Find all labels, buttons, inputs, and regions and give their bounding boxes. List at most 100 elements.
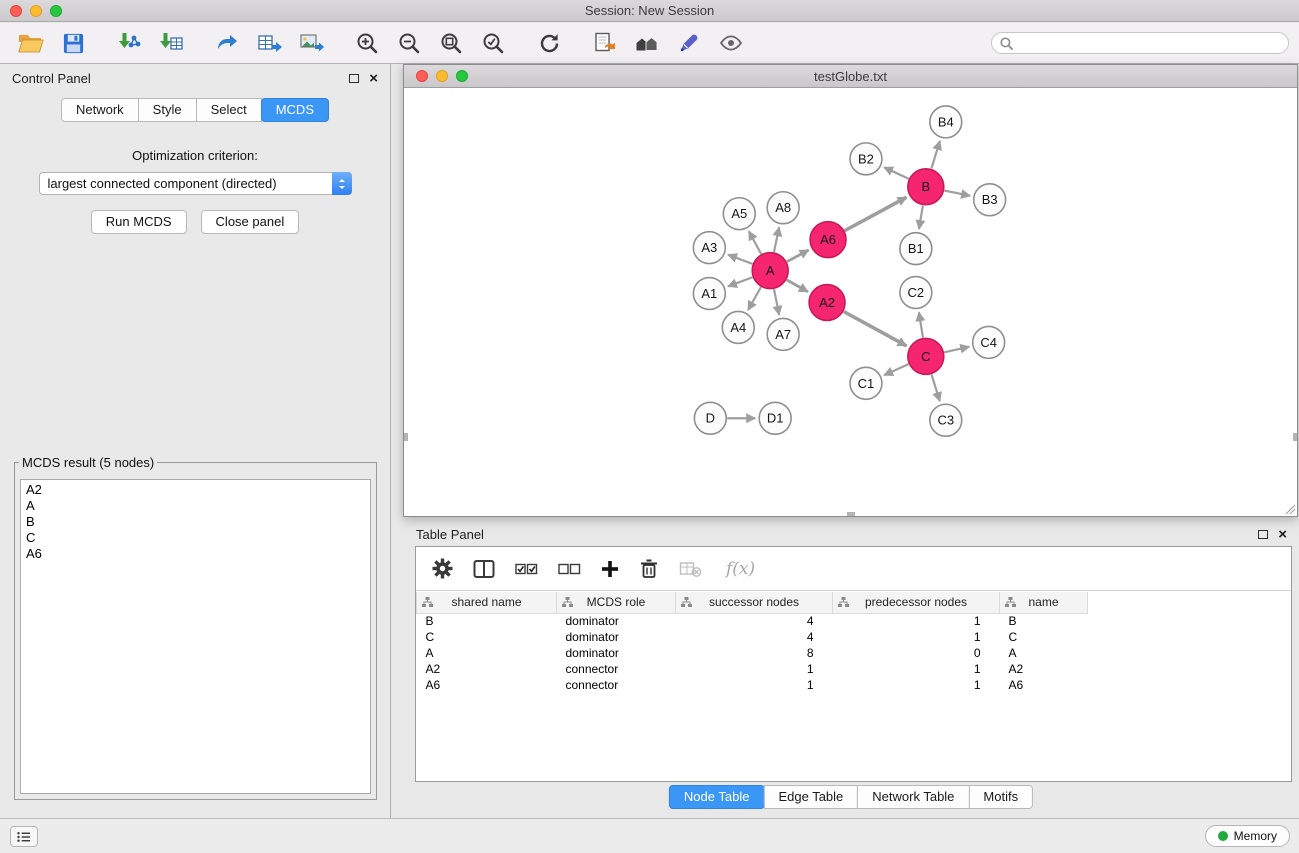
graph-edge-C-C4[interactable] <box>944 347 969 353</box>
table-row[interactable]: Adominator80A <box>417 645 1292 661</box>
table-row[interactable]: Cdominator41C <box>417 629 1292 645</box>
select-all-button[interactable] <box>515 562 538 576</box>
table-cell[interactable]: 1 <box>833 629 1000 645</box>
close-panel-icon[interactable]: × <box>369 71 378 86</box>
table-cell[interactable]: A2 <box>417 661 557 677</box>
zoom-fit-button[interactable] <box>430 25 472 61</box>
column-header-successor-nodes[interactable]: successor nodes <box>676 592 833 613</box>
column-header-predecessor-nodes[interactable]: predecessor nodes <box>833 592 1000 613</box>
table-cell[interactable]: 4 <box>676 613 833 629</box>
table-cell[interactable]: 1 <box>833 661 1000 677</box>
table-cell[interactable]: dominator <box>557 629 676 645</box>
network-canvas[interactable]: AA6A2BCA1A3A5A8A4A7B1B2B3B4C1C2C3C4DD1 <box>404 89 1297 516</box>
tab-mcds[interactable]: MCDS <box>261 98 329 122</box>
graph-edge-B-B2[interactable] <box>884 167 909 178</box>
network-window-titlebar[interactable]: testGlobe.txt <box>404 65 1297 88</box>
search-input[interactable] <box>1018 35 1280 51</box>
graph-edge-A6-B[interactable] <box>845 197 907 230</box>
add-column-button[interactable] <box>601 560 619 578</box>
result-item[interactable]: B <box>26 514 365 530</box>
table-cell[interactable]: B <box>1000 613 1088 629</box>
table-cell[interactable]: 4 <box>676 629 833 645</box>
first-neighbors-button[interactable] <box>584 25 626 61</box>
table-cell[interactable]: C <box>1000 629 1088 645</box>
table-row[interactable]: A2connector11A2 <box>417 661 1292 677</box>
table-cell[interactable]: 1 <box>676 661 833 677</box>
graph-edge-C-C2[interactable] <box>919 312 923 337</box>
graph-edge-A-A5[interactable] <box>749 231 761 254</box>
result-item[interactable]: C <box>26 530 365 546</box>
optimization-dropdown[interactable]: largest connected component (directed) <box>39 172 352 195</box>
graph-edge-B-B1[interactable] <box>919 206 923 229</box>
graph-edge-A-A4[interactable] <box>748 287 761 310</box>
tab-node-table[interactable]: Node Table <box>669 785 765 809</box>
tab-style[interactable]: Style <box>138 98 197 122</box>
table-cell[interactable]: A2 <box>1000 661 1088 677</box>
graph-edge-A-A7[interactable] <box>774 289 779 315</box>
result-item[interactable]: A <box>26 498 365 514</box>
table-cell[interactable]: C <box>417 629 557 645</box>
function-builder-button[interactable]: f(x) <box>726 559 755 579</box>
graph-edge-B-B3[interactable] <box>944 191 970 196</box>
home-button[interactable] <box>626 25 668 61</box>
resize-grip-icon[interactable] <box>1284 503 1296 515</box>
result-item[interactable]: A2 <box>26 482 365 498</box>
import-network-button[interactable] <box>108 25 150 61</box>
table-cell[interactable]: connector <box>557 661 676 677</box>
result-item[interactable]: A6 <box>26 546 365 562</box>
graph-edge-A-A1[interactable] <box>728 277 752 286</box>
export-table-button[interactable] <box>248 25 290 61</box>
column-header-mcds-role[interactable]: MCDS role <box>557 592 676 613</box>
mcds-result-list[interactable]: A2ABCA6 <box>20 479 371 794</box>
column-header-name[interactable]: name <box>1000 592 1088 613</box>
zoom-selected-button[interactable] <box>472 25 514 61</box>
table-cell[interactable]: 1 <box>833 613 1000 629</box>
show-columns-button[interactable] <box>473 559 495 579</box>
table-cell[interactable]: A <box>417 645 557 661</box>
task-history-button[interactable] <box>10 826 38 847</box>
graph-edge-B-B4[interactable] <box>931 141 939 169</box>
table-cell[interactable]: 1 <box>833 677 1000 693</box>
deselect-all-button[interactable] <box>558 562 581 576</box>
tab-network-table[interactable]: Network Table <box>857 785 969 809</box>
tab-select[interactable]: Select <box>196 98 262 122</box>
save-session-button[interactable] <box>52 25 94 61</box>
refresh-button[interactable] <box>528 25 570 61</box>
network-graph[interactable]: AA6A2BCA1A3A5A8A4A7B1B2B3B4C1C2C3C4DD1 <box>404 89 1297 516</box>
import-table-button[interactable] <box>150 25 192 61</box>
column-header-shared-name[interactable]: shared name <box>417 592 557 613</box>
table-row[interactable]: Bdominator41B <box>417 613 1292 629</box>
graph-edge-C-C1[interactable] <box>884 364 908 375</box>
table-cell[interactable]: A6 <box>1000 677 1088 693</box>
tab-network[interactable]: Network <box>61 98 139 122</box>
open-session-button[interactable] <box>10 25 52 61</box>
table-cell[interactable]: A6 <box>417 677 557 693</box>
table-cell[interactable]: 8 <box>676 645 833 661</box>
float-panel-icon[interactable] <box>349 74 359 83</box>
graph-edge-A-A6[interactable] <box>787 250 809 262</box>
table-cell[interactable]: connector <box>557 677 676 693</box>
table-cell[interactable]: 1 <box>676 677 833 693</box>
graph-edge-A2-C[interactable] <box>844 312 907 346</box>
graph-edge-A-A3[interactable] <box>728 255 752 264</box>
table-cell[interactable]: B <box>417 613 557 629</box>
float-table-panel-icon[interactable] <box>1258 530 1268 539</box>
tab-edge-table[interactable]: Edge Table <box>763 785 858 809</box>
table-cell[interactable]: 0 <box>833 645 1000 661</box>
memory-button[interactable]: Memory <box>1205 825 1290 847</box>
show-hide-button[interactable] <box>710 25 752 61</box>
close-table-panel-icon[interactable]: × <box>1278 527 1287 542</box>
table-row[interactable]: A6connector11A6 <box>417 677 1292 693</box>
run-mcds-button[interactable]: Run MCDS <box>91 210 187 234</box>
table-cell[interactable]: dominator <box>557 645 676 661</box>
table-settings-button[interactable] <box>432 558 453 579</box>
export-network-button[interactable] <box>206 25 248 61</box>
table-cell[interactable]: dominator <box>557 613 676 629</box>
tab-motifs[interactable]: Motifs <box>968 785 1033 809</box>
zoom-in-button[interactable] <box>346 25 388 61</box>
close-panel-button[interactable]: Close panel <box>201 210 300 234</box>
graph-edge-A-A2[interactable] <box>787 280 808 292</box>
graph-edge-A-A8[interactable] <box>774 227 779 252</box>
delete-column-button[interactable] <box>639 558 659 579</box>
export-image-button[interactable] <box>290 25 332 61</box>
